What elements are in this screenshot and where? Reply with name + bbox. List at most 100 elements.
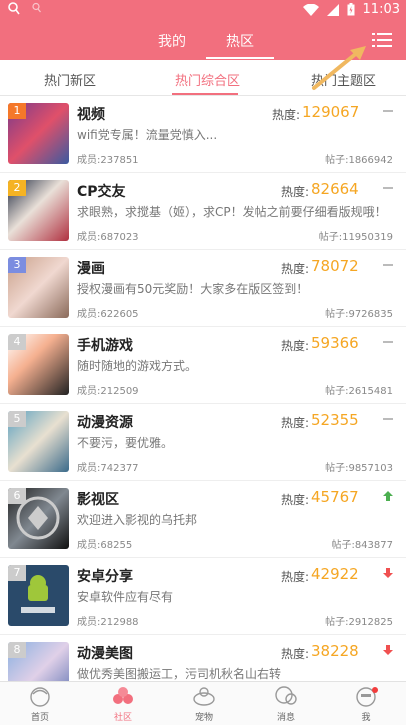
subtab-general[interactable]: 热门综合区: [175, 70, 240, 89]
forum-title: CP交友: [77, 184, 126, 200]
heat-value: 82664: [311, 180, 359, 198]
heat-value: 42922: [311, 565, 359, 583]
post-count: 帖子:2615481: [325, 386, 393, 397]
post-count: 帖子:11950319: [318, 232, 393, 243]
rank-badge: 2: [8, 180, 26, 196]
app-root: { "status": { "time": "11:03" }, "header…: [0, 0, 406, 725]
signal-icon: [326, 3, 339, 16]
forum-title: 影视区: [77, 492, 119, 508]
nav-message-label: 消息: [276, 713, 295, 723]
wifi-icon: [302, 3, 319, 16]
menu-list-icon[interactable]: [372, 30, 392, 50]
member-count: 成员:237851: [77, 155, 139, 166]
trend-up-icon: [383, 491, 393, 501]
forum-row[interactable]: 5 动漫资源 热度: 52355 不要污，要优雅。 成员:742377 帖子:9857103: [0, 404, 406, 481]
member-count: 成员:687023: [77, 232, 139, 243]
bottom-nav: 首页 社区 宠物 消息 我: [0, 681, 406, 725]
nav-community-label: 社区: [113, 713, 132, 723]
forum-row[interactable]: 7 安卓分享 热度: 42922 安卓软件应有尽有 成员:212988 帖子:2912825: [0, 558, 406, 635]
heat-value: 45767: [311, 488, 359, 506]
rank-badge: 8: [8, 642, 26, 658]
heat-value: 59366: [311, 334, 359, 352]
notification-dot: [372, 687, 378, 693]
rank-badge: 7: [8, 565, 26, 581]
forum-thumbnail: 2: [8, 180, 69, 241]
post-count: 帖子:2912825: [325, 617, 393, 628]
heat-label: 热度:: [281, 493, 310, 507]
trend-flat-icon: [383, 418, 393, 420]
forum-thumbnail: 6: [8, 488, 69, 549]
trend-flat-icon: [383, 110, 393, 112]
heat-label: 热度:: [281, 339, 310, 353]
forum-row[interactable]: 8 动漫美图 热度: 38228 做优秀美图搬运工，污司机秋名山右转: [0, 635, 406, 681]
forum-row[interactable]: 6 影视区 热度: 45767 欢迎进入影视的乌托邦 成员:68255 帖子:843877: [0, 481, 406, 558]
heat-label: 热度:: [281, 570, 310, 584]
battery-icon: [347, 3, 355, 16]
forum-description: 随时随地的游戏方式。: [77, 359, 198, 373]
rank-badge: 6: [8, 488, 26, 504]
forum-thumbnail: 4: [8, 334, 69, 395]
forum-title: 漫画: [77, 261, 105, 277]
heat-value: 78072: [311, 257, 359, 275]
nav-profile[interactable]: 我: [336, 684, 396, 723]
forum-row[interactable]: 4 手机游戏 热度: 59366 随时随地的游戏方式。 成员:212509 帖子:26154…: [0, 327, 406, 404]
home-icon: [30, 687, 50, 707]
post-count: 帖子:843877: [331, 540, 393, 551]
forum-row[interactable]: 2 CP交友 热度: 82664 求眼熟，求搅基（姬），求CP！发帖之前要仔细看版规哦！…: [0, 173, 406, 250]
heat-value: 38228: [311, 642, 359, 660]
nav-pet[interactable]: 宠物: [174, 684, 234, 723]
forum-description: 欢迎进入影视的乌托邦: [77, 513, 198, 527]
message-icon: [275, 686, 297, 705]
forum-thumbnail: 7: [8, 565, 69, 626]
pet-icon: [193, 687, 215, 706]
forum-description: 安卓软件应有尽有: [77, 590, 174, 604]
nav-message[interactable]: 消息: [256, 684, 316, 723]
forum-title: 安卓分享: [77, 569, 133, 585]
search-status-icon: [32, 2, 41, 13]
community-icon: [113, 687, 133, 704]
rank-badge: 4: [8, 334, 26, 350]
tab-hot[interactable]: 热区: [226, 31, 254, 51]
forum-row[interactable]: 3 漫画 热度: 78072 授权漫画有50元奖励！大家多在版区签到！ 成员:622605…: [0, 250, 406, 327]
nav-home-label: 首页: [30, 713, 49, 723]
heat-label: 热度:: [272, 108, 301, 122]
forum-description: wifi党专属！流量党慎入...: [77, 128, 218, 142]
forum-description: 求眼熟，求搅基（姬），求CP！发帖之前要仔细看版规哦！: [77, 205, 387, 219]
subtab-new[interactable]: 热门新区: [44, 70, 96, 89]
heat-label: 热度:: [281, 416, 310, 430]
trend-flat-icon: [383, 187, 393, 189]
nav-profile-label: 我: [361, 713, 371, 723]
forum-description: 不要污，要优雅。: [77, 436, 174, 450]
forum-description: 做优秀美图搬运工，污司机秋名山右转: [77, 667, 282, 681]
heat-value: 129067: [302, 103, 360, 121]
post-count: 帖子:9857103: [325, 463, 393, 474]
nav-home[interactable]: 首页: [10, 684, 70, 723]
top-header: 我的 热区: [0, 22, 406, 60]
heat-label: 热度:: [281, 647, 310, 661]
forum-description: 授权漫画有50元奖励！大家多在版区签到！: [77, 282, 309, 296]
nav-pet-label: 宠物: [194, 713, 213, 723]
member-count: 成员:212988: [77, 617, 139, 628]
subtab-topic[interactable]: 热门主题区: [311, 70, 376, 89]
rank-badge: 5: [8, 411, 26, 427]
member-count: 成员:742377: [77, 463, 139, 474]
status-bar: 11:03: [0, 0, 406, 22]
post-count: 帖子:9726835: [325, 309, 393, 320]
nav-community[interactable]: 社区: [93, 684, 153, 723]
subtab-indicator: [172, 93, 238, 95]
forum-row[interactable]: 1 视频 热度: 129067 wifi党专属！流量党慎入... 成员:237851 帖子:…: [0, 96, 406, 173]
member-count: 成员:212509: [77, 386, 139, 397]
trend-flat-icon: [383, 264, 393, 266]
sub-tab-bar: 热门新区 热门综合区 热门主题区: [0, 60, 406, 96]
tab-mine[interactable]: 我的: [158, 31, 186, 51]
heat-label: 热度:: [281, 262, 310, 276]
forum-title: 动漫资源: [77, 415, 133, 431]
heat-label: 热度:: [281, 185, 310, 199]
member-count: 成员:622605: [77, 309, 139, 320]
forum-thumbnail: 1: [8, 103, 69, 164]
forum-thumbnail: 3: [8, 257, 69, 318]
forum-title: 动漫美图: [77, 646, 133, 662]
trend-flat-icon: [383, 341, 393, 343]
forum-list: 1 视频 热度: 129067 wifi党专属！流量党慎入... 成员:237851 帖子:…: [0, 96, 406, 681]
rank-badge: 3: [8, 257, 26, 273]
